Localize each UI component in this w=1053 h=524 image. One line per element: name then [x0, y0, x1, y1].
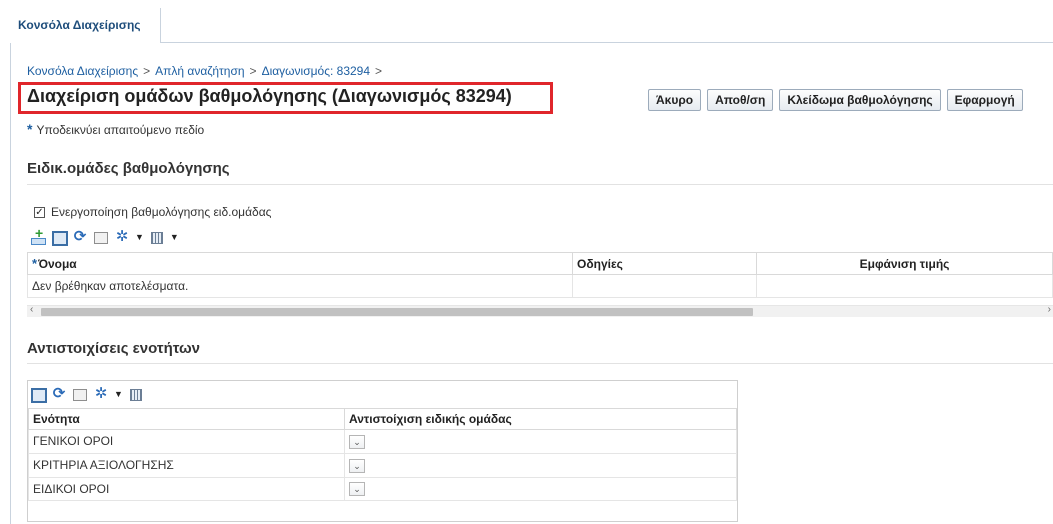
table-row: ΕΙΔΙΚΟΙ ΟΡΟΙ ⌄	[28, 476, 737, 502]
table-row: ΓΕΝΙΚΟΙ ΟΡΟΙ ⌄	[28, 429, 737, 454]
empty-cell	[572, 274, 757, 298]
column-header-section[interactable]: Ενότητα	[28, 408, 345, 430]
save-button[interactable]: Αποθ/ση	[707, 89, 774, 111]
cancel-button[interactable]: Άκυρο	[648, 89, 702, 111]
column-header-name[interactable]: *Όνομα	[27, 252, 573, 275]
breadcrumb-separator: >	[143, 64, 151, 78]
section-name-cell: ΕΙΔΙΚΟΙ ΟΡΟΙ	[28, 476, 345, 502]
enable-group-scoring-row: ✓ Ενεργοποίηση βαθμολόγησης ειδ.ομάδας	[34, 205, 271, 219]
column-header-show-value[interactable]: Εμφάνιση τιμής	[756, 252, 1053, 275]
section-title-scoring-groups: Ειδικ.ομάδες βαθμολόγησης	[27, 160, 230, 177]
table-row: ΚΡΙΤΗΡΙΑ ΑΞΙΟΛΟΓΗΣΗΣ ⌄	[28, 452, 737, 478]
gear-icon[interactable]: ✲	[114, 229, 130, 244]
enable-group-scoring-checkbox[interactable]: ✓	[34, 206, 45, 218]
breadcrumb: Κονσόλα Διαχείρισης > Απλή αναζήτηση > Διαγω…	[27, 64, 387, 78]
action-buttons: Άκυρο Αποθ/ση Κλείδωμα βαθμολόγησης Εφαρ…	[648, 89, 1023, 111]
refresh-icon[interactable]: ⟳	[51, 386, 67, 401]
section-name-cell: ΚΡΙΤΗΡΙΑ ΑΞΙΟΛΟΓΗΣΗΣ	[28, 452, 345, 478]
group-mapping-cell: ⌄	[344, 429, 737, 454]
columns-icon[interactable]	[128, 387, 144, 401]
scrollbar-thumb[interactable]	[41, 308, 753, 316]
required-star-icon: *	[27, 121, 33, 137]
tab-bar: Κονσόλα Διαχείρισης	[10, 8, 1053, 43]
empty-results-message: Δεν βρέθηκαν αποτελέσματα.	[27, 274, 573, 298]
refresh-icon[interactable]: ⟳	[72, 229, 88, 244]
enable-group-scoring-label: Ενεργοποίηση βαθμολόγησης ειδ.ομάδας	[51, 205, 272, 219]
detach-icon[interactable]	[30, 387, 47, 403]
scroll-left-icon[interactable]: ‹	[30, 304, 33, 315]
breadcrumb-separator: >	[249, 64, 257, 78]
apply-button[interactable]: Εφαρμογή	[946, 89, 1023, 111]
required-field-note: * Υποδεικνύει απαιτούμενο πεδίο	[27, 121, 204, 137]
required-star-icon: *	[32, 256, 38, 271]
chevron-down-icon[interactable]: ▼	[170, 232, 179, 242]
detach-icon[interactable]	[51, 230, 68, 246]
required-note-text: Υποδεικνύει απαιτούμενο πεδίο	[36, 123, 205, 137]
group-mapping-dropdown[interactable]: ⌄	[349, 434, 365, 449]
lock-scoring-button[interactable]: Κλείδωμα βαθμολόγησης	[779, 89, 941, 111]
breadcrumb-link-tender[interactable]: Διαγωνισμός: 83294	[262, 64, 370, 78]
section-name-cell: ΓΕΝΙΚΟΙ ΟΡΟΙ	[28, 429, 345, 454]
horizontal-scrollbar[interactable]: ‹ ›	[27, 304, 1053, 317]
column-header-group-mapping[interactable]: Αντιστοίχιση ειδικής ομάδας	[344, 408, 737, 430]
chevron-down-icon[interactable]: ▼	[135, 232, 144, 242]
group-mapping-dropdown[interactable]: ⌄	[349, 482, 365, 497]
title-highlight-box	[18, 82, 553, 114]
add-row-icon[interactable]	[30, 225, 46, 245]
export-icon[interactable]	[93, 230, 109, 244]
empty-cell	[756, 274, 1053, 298]
section-divider	[27, 363, 1053, 364]
tab-admin-console[interactable]: Κονσόλα Διαχείρισης	[10, 8, 161, 43]
column-header-instructions[interactable]: Οδηγίες	[572, 252, 757, 275]
group-mapping-cell: ⌄	[344, 452, 737, 478]
breadcrumb-separator: >	[375, 64, 383, 78]
gear-icon[interactable]: ✲	[93, 386, 109, 401]
breadcrumb-link-search[interactable]: Απλή αναζήτηση	[155, 64, 244, 78]
tab-divider	[161, 42, 1053, 43]
chevron-down-icon[interactable]: ▼	[114, 389, 123, 399]
export-icon[interactable]	[72, 387, 88, 401]
table-row: Δεν βρέθηκαν αποτελέσματα.	[27, 274, 1053, 298]
group-mapping-dropdown[interactable]: ⌄	[349, 458, 365, 473]
scroll-right-icon[interactable]: ›	[1048, 304, 1051, 315]
columns-icon[interactable]	[149, 230, 165, 244]
section-mappings-table: Ενότητα Αντιστοίχιση ειδικής ομάδας ΓΕΝΙ…	[28, 408, 737, 502]
groups-table-toolbar: ⟳ ✲ ▼ ▼	[30, 225, 179, 246]
breadcrumb-link-console[interactable]: Κονσόλα Διαχείρισης	[27, 64, 138, 78]
group-mapping-cell: ⌄	[344, 476, 737, 502]
mappings-table-toolbar: ⟳ ✲ ▼	[30, 386, 144, 403]
section-title-section-mappings: Αντιστοιχίσεις ενοτήτων	[27, 340, 201, 357]
scoring-groups-table: *Όνομα Οδηγίες Εμφάνιση τιμής Δεν βρέθηκ…	[27, 252, 1053, 298]
section-divider	[27, 184, 1053, 185]
